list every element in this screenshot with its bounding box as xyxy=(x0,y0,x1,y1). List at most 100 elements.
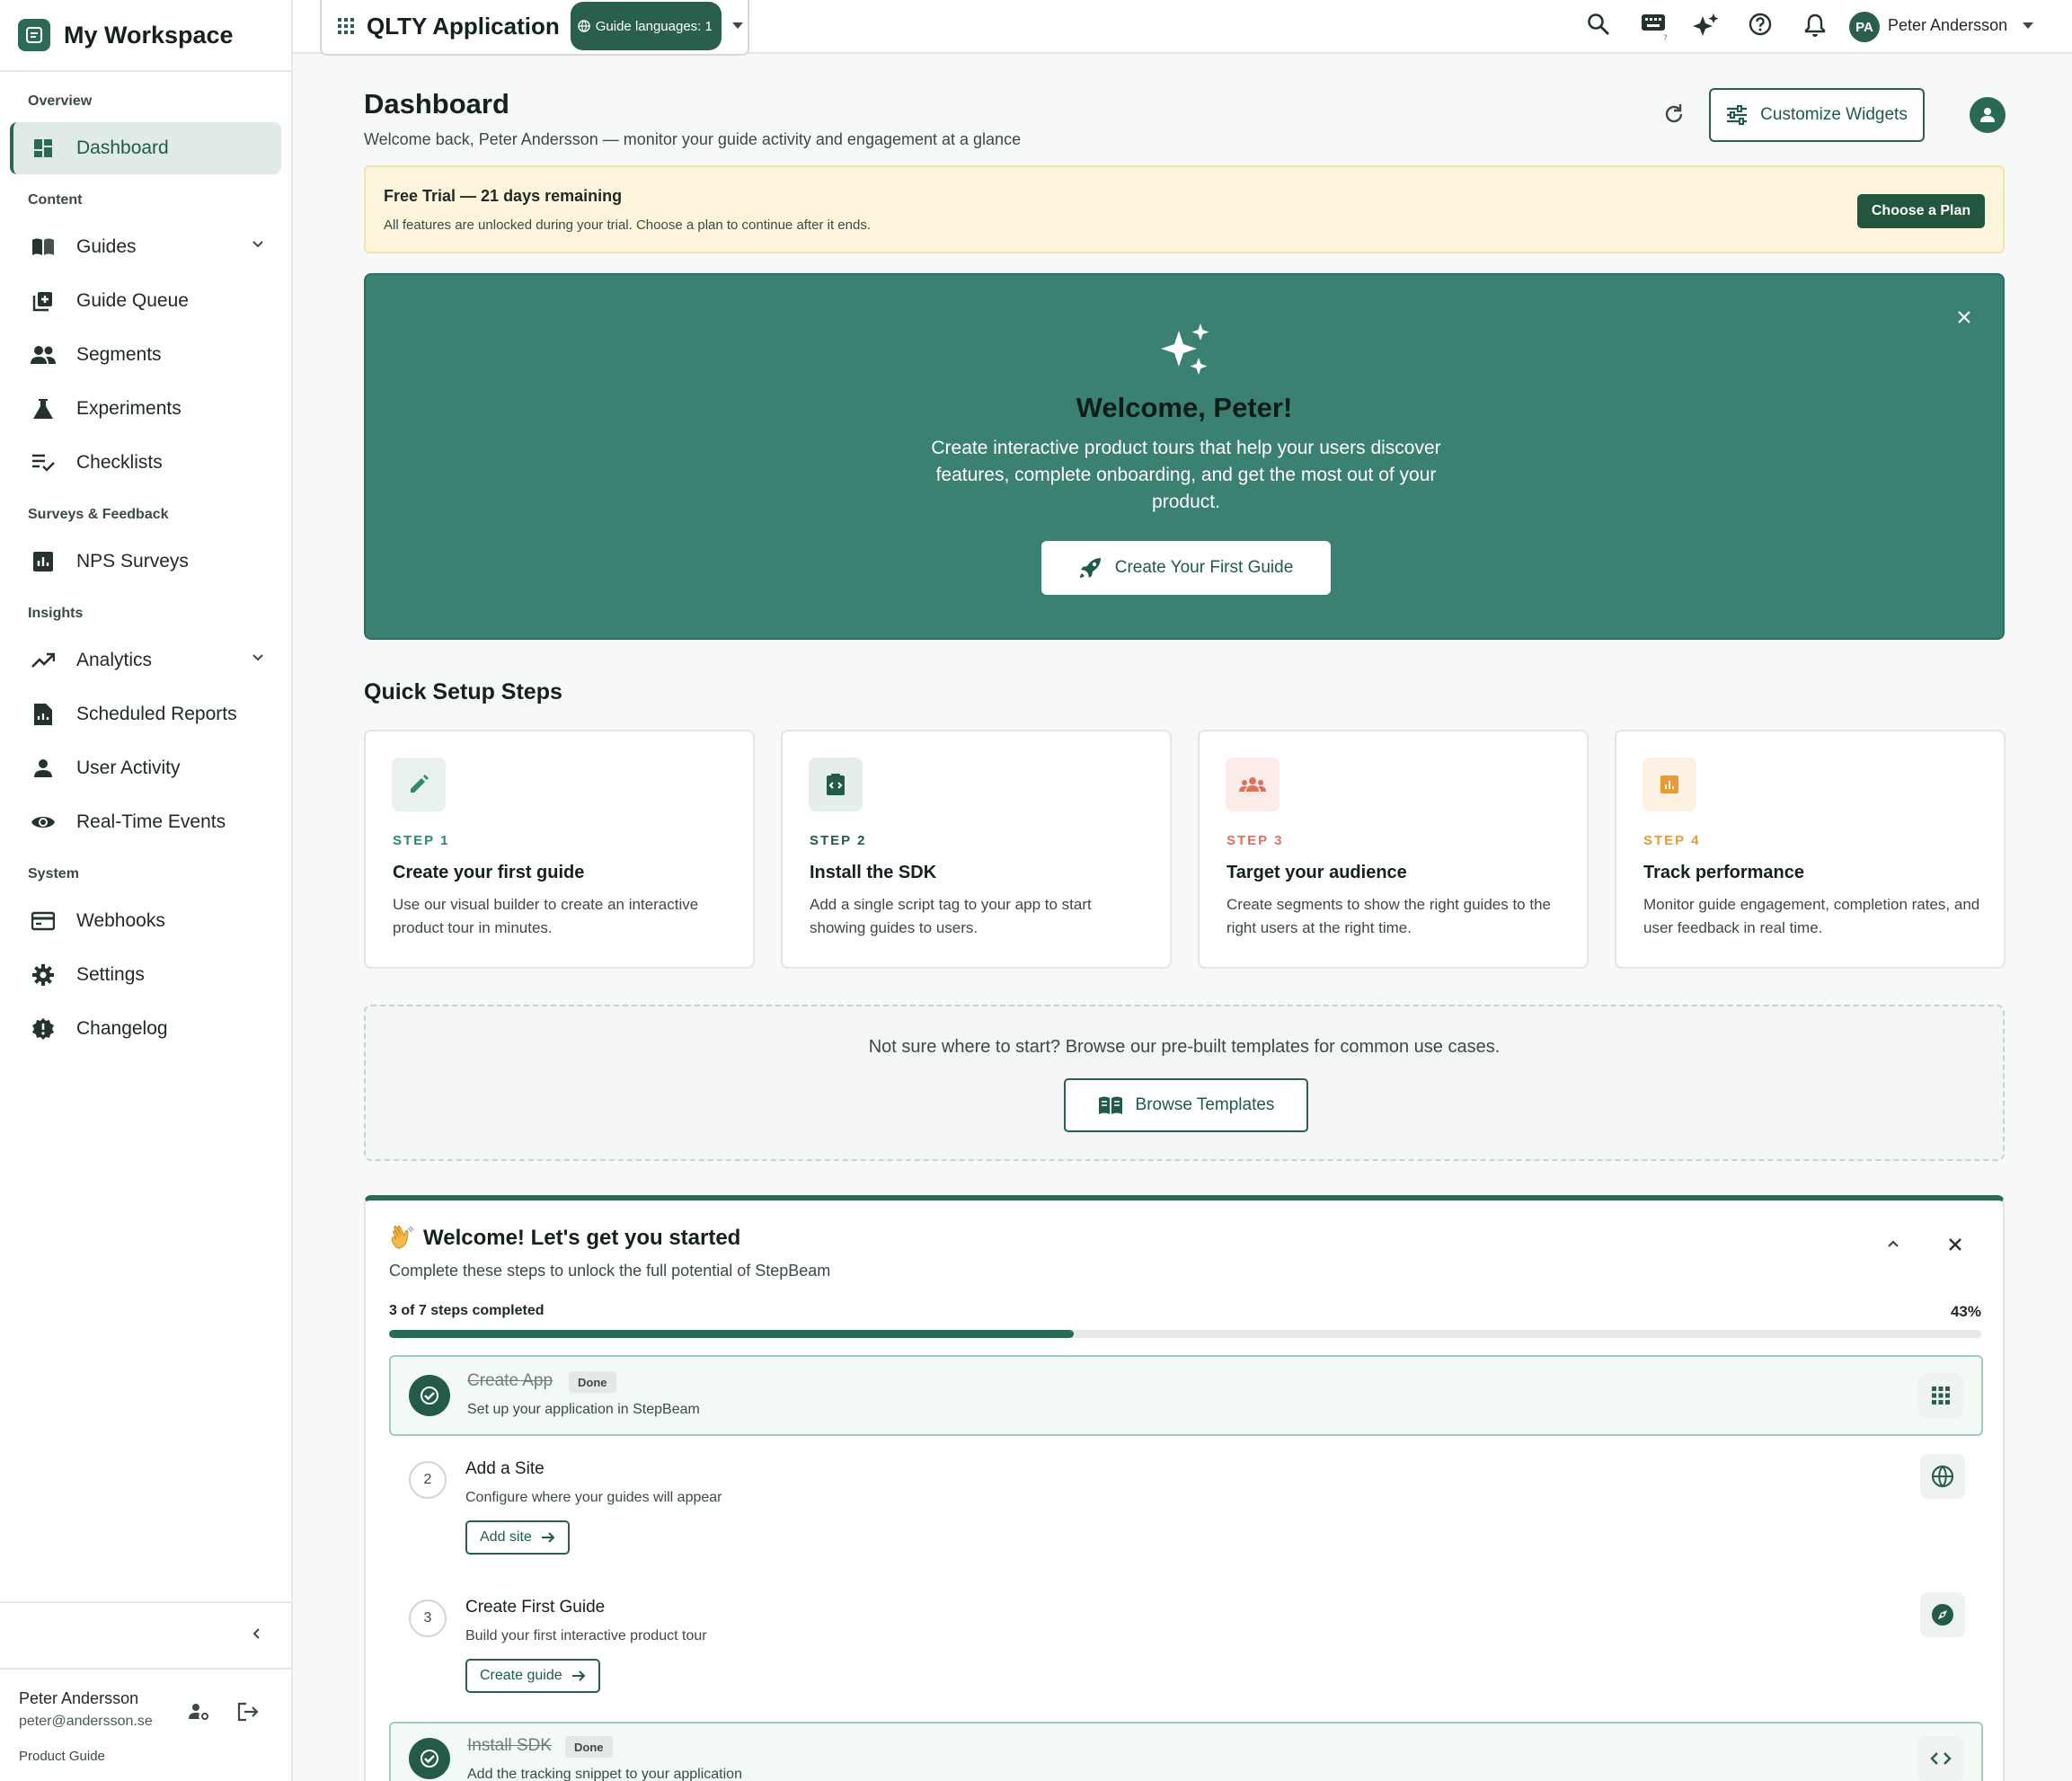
customize-widgets-button[interactable]: Customize Widgets xyxy=(1709,88,1925,142)
sidebar-item-dashboard[interactable]: Dashboard xyxy=(10,122,281,174)
sidebar-item-experiments[interactable]: Experiments xyxy=(10,383,281,435)
checklist-icon xyxy=(30,449,57,476)
bar-chart-icon xyxy=(30,548,57,575)
add-site-button[interactable]: Add site xyxy=(465,1520,570,1555)
sidebar-item-changelog[interactable]: Changelog xyxy=(10,1003,281,1055)
sidebar-item-label: Changelog xyxy=(76,1018,168,1039)
close-icon[interactable] xyxy=(1956,309,1972,325)
browse-templates-button[interactable]: Browse Templates xyxy=(1064,1078,1308,1132)
search-icon[interactable] xyxy=(1587,13,1610,36)
sparkle-icon[interactable] xyxy=(1693,13,1720,40)
trial-subtitle: All features are unlocked during your tr… xyxy=(384,217,871,233)
sidebar-item-label: Experiments xyxy=(76,398,182,419)
book-icon xyxy=(30,234,57,261)
page-title: Dashboard xyxy=(364,88,509,120)
task-description: Add the tracking snippet to your applica… xyxy=(467,1767,742,1781)
sidebar-user-name: Peter Andersson xyxy=(19,1689,139,1707)
step-title: Track performance xyxy=(1643,863,1804,882)
setup-step-card[interactable]: STEP 1 Create your first guide Use our v… xyxy=(364,730,755,969)
progress-bar xyxy=(389,1330,1981,1338)
browse-templates-label: Browse Templates xyxy=(1135,1095,1275,1114)
setup-step-card[interactable]: STEP 3 Target your audience Create segme… xyxy=(1198,730,1589,969)
task-number: 3 xyxy=(409,1599,447,1637)
sidebar-item-checklists[interactable]: Checklists xyxy=(10,437,281,489)
keyboard-icon[interactable]: ? xyxy=(1641,13,1668,41)
product-guide-link[interactable]: Product Guide xyxy=(19,1749,105,1764)
help-icon[interactable] xyxy=(1749,13,1772,36)
topbar-user-name[interactable]: Peter Andersson xyxy=(1888,16,2007,35)
workspace-header[interactable]: My Workspace xyxy=(0,0,291,72)
sidebar-item-label: Scheduled Reports xyxy=(76,704,237,724)
progress-label: 3 of 7 steps completed xyxy=(389,1303,545,1318)
guide-languages-badge[interactable]: Guide languages: 1 xyxy=(570,2,722,50)
section-system: System xyxy=(28,866,79,882)
trending-up-icon xyxy=(30,647,57,674)
sidebar-item-label: Settings xyxy=(76,964,145,985)
create-first-guide-button[interactable]: Create Your First Guide xyxy=(1041,541,1331,595)
hero-title: Welcome, Peter! xyxy=(1076,392,1293,423)
setup-step-card[interactable]: STEP 2 Install the SDK Add a single scri… xyxy=(781,730,1172,969)
sidebar-item-webhooks[interactable]: Webhooks xyxy=(10,895,281,947)
workspace-logo-icon xyxy=(18,19,50,51)
step-title: Target your audience xyxy=(1226,863,1407,882)
sidebar-item-guides[interactable]: Guides xyxy=(10,221,281,273)
choose-plan-button[interactable]: Choose a Plan xyxy=(1857,194,1985,228)
section-insights: Insights xyxy=(28,606,84,621)
logout-icon[interactable] xyxy=(237,1702,259,1722)
setup-step-card[interactable]: STEP 4 Track performance Monitor guide e… xyxy=(1615,730,2006,969)
sidebar-item-scheduled-reports[interactable]: Scheduled Reports xyxy=(10,688,281,740)
sidebar-user-email: peter@andersson.se xyxy=(19,1714,153,1729)
switch-account-icon[interactable] xyxy=(189,1702,210,1722)
sidebar-item-label: Analytics xyxy=(76,650,153,670)
sidebar-item-label: Webhooks xyxy=(76,910,165,931)
rocket-icon xyxy=(1079,556,1102,580)
chevron-left-icon[interactable] xyxy=(250,1626,264,1641)
step-title: Create your first guide xyxy=(393,863,585,882)
progress-percent: 43% xyxy=(1950,1303,1981,1320)
section-overview: Overview xyxy=(28,93,93,109)
code-icon xyxy=(1918,1736,1963,1781)
sparkle-icon xyxy=(1159,322,1213,376)
sidebar-item-analytics[interactable]: Analytics xyxy=(10,634,281,687)
sidebar-item-user-activity[interactable]: User Activity xyxy=(10,742,281,794)
webhook-icon xyxy=(30,908,57,935)
chevron-down-icon xyxy=(251,651,265,665)
chevron-up-icon[interactable] xyxy=(1886,1238,1900,1249)
checklist-task: 2 Add a Site Configure where your guides… xyxy=(389,1445,1983,1571)
sidebar-item-realtime-events[interactable]: Real-Time Events xyxy=(10,796,281,848)
checklist-task[interactable]: Create App Done Set up your application … xyxy=(389,1355,1983,1436)
sidebar-item-label: Segments xyxy=(76,344,162,365)
onboarding-title: Welcome! Let's get you started xyxy=(389,1226,740,1251)
workspace-title: My Workspace xyxy=(64,21,234,49)
templates-text: Not sure where to start? Browse our pre-… xyxy=(868,1037,1501,1057)
sidebar-item-label: Guides xyxy=(76,236,137,257)
account-avatar-icon[interactable] xyxy=(1970,97,2006,133)
add-site-label: Add site xyxy=(480,1529,532,1545)
sidebar-item-settings[interactable]: Settings xyxy=(10,949,281,1001)
caret-down-icon[interactable] xyxy=(731,22,743,30)
step-number: STEP 3 xyxy=(1226,833,1284,848)
task-description: Build your first interactive product tou… xyxy=(465,1628,707,1644)
app-switcher[interactable]: QLTY Application Guide languages: 1 xyxy=(320,0,749,56)
refresh-icon[interactable] xyxy=(1662,102,1686,126)
checklist-task[interactable]: Install SDK Done Add the tracking snippe… xyxy=(389,1722,1983,1781)
avatar[interactable]: PA xyxy=(1849,12,1880,42)
globe-icon xyxy=(578,20,590,32)
sidebar-item-segments[interactable]: Segments xyxy=(10,329,281,381)
step-description: Use our visual builder to create an inte… xyxy=(393,896,699,936)
chart-icon xyxy=(1643,758,1696,811)
create-guide-button[interactable]: Create guide xyxy=(465,1659,600,1693)
sidebar-collapse-bar xyxy=(0,1601,291,1670)
close-icon[interactable] xyxy=(1947,1236,1963,1253)
caret-down-icon[interactable] xyxy=(2023,22,2033,30)
svg-text:?: ? xyxy=(1663,34,1668,41)
compass-icon xyxy=(1920,1592,1965,1637)
bell-icon[interactable] xyxy=(1804,13,1826,38)
onboarding-checklist: Welcome! Let's get you started Complete … xyxy=(364,1195,2005,1781)
sidebar-item-nps-surveys[interactable]: NPS Surveys xyxy=(10,536,281,588)
sidebar-item-guide-queue[interactable]: Guide Queue xyxy=(10,275,281,327)
book-icon xyxy=(1098,1095,1123,1115)
step-description: Create segments to show the right guides… xyxy=(1226,896,1551,936)
page-subtitle: Welcome back, Peter Andersson — monitor … xyxy=(364,130,1022,148)
people-icon xyxy=(30,341,57,368)
